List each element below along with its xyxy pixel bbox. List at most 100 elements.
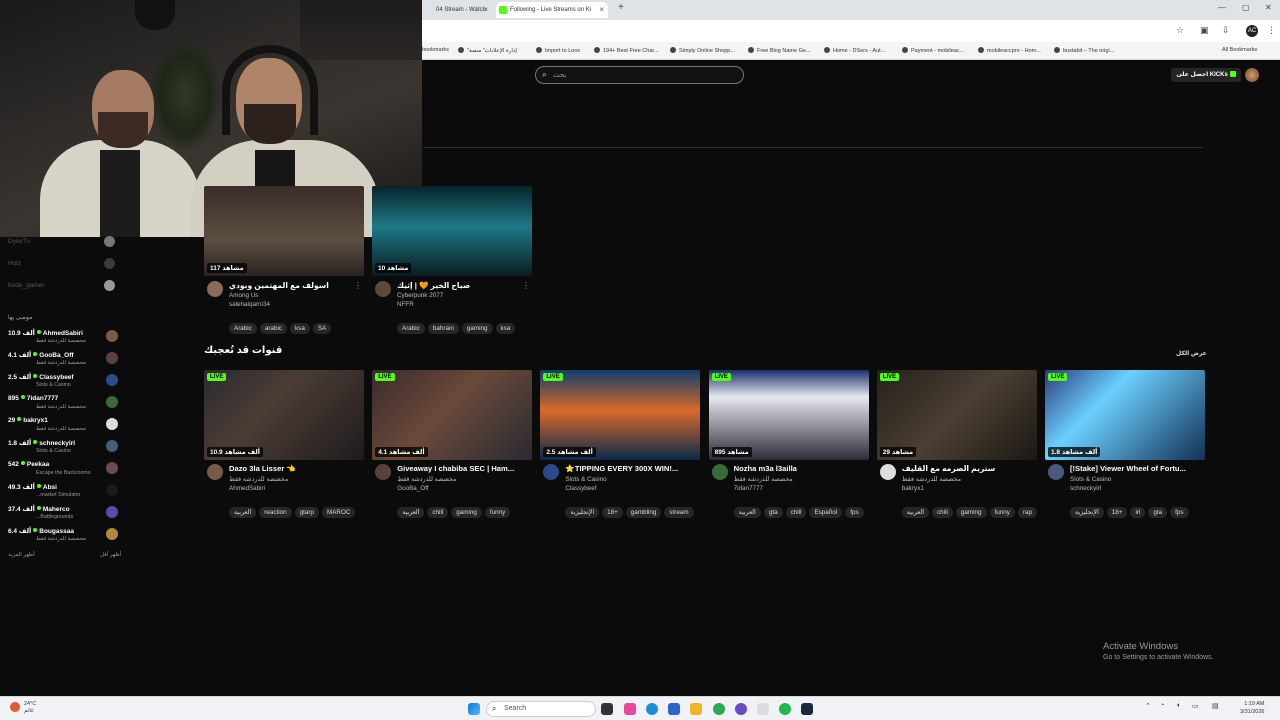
- app-icon[interactable]: [779, 703, 791, 715]
- sidebar-channel[interactable]: bode_gamer: [8, 280, 115, 291]
- tag[interactable]: fps: [1170, 507, 1189, 518]
- stream-title[interactable]: [!Stake] Viewer Wheel of Fortu...: [1070, 464, 1203, 473]
- task-view-icon[interactable]: [601, 703, 613, 715]
- downloads-icon[interactable]: ⇩: [1222, 25, 1230, 36]
- start-icon[interactable]: [468, 703, 480, 715]
- stream-category[interactable]: مخصصة للدردشة فقط: [902, 476, 1035, 483]
- show-all-link[interactable]: عرض الكل: [1176, 350, 1207, 357]
- tag[interactable]: bahrain: [427, 323, 459, 334]
- stream-category[interactable]: Among Us: [229, 292, 362, 299]
- tag[interactable]: ksa: [290, 323, 310, 334]
- tag[interactable]: rap: [1017, 507, 1038, 518]
- tag[interactable]: irl: [1130, 507, 1146, 518]
- tag[interactable]: gtarp: [294, 507, 319, 518]
- volume-icon[interactable]: ◖: [1176, 702, 1180, 709]
- sidebar-channel[interactable]: Holz: [8, 258, 115, 269]
- all-bookmarks[interactable]: All Bookmarks: [1222, 47, 1257, 53]
- stream-thumbnail[interactable]: 10 مشاهد: [372, 186, 532, 276]
- sidebar-item-bakryx1[interactable]: 29 bakryx1 مخصصة للدردشة فقط: [8, 416, 120, 436]
- tag[interactable]: Español: [809, 507, 843, 518]
- tag[interactable]: funny: [989, 507, 1015, 518]
- stream-thumbnail[interactable]: LIVE 895 مشاهد: [708, 370, 869, 460]
- star-icon[interactable]: ☆: [1176, 25, 1184, 36]
- tag[interactable]: gta: [763, 507, 783, 518]
- stream-username[interactable]: bakryx1: [902, 485, 1035, 492]
- stream-username[interactable]: salehalqarni34: [229, 301, 362, 308]
- bookmark-item[interactable]: 194+ Best Free Char...: [594, 47, 659, 54]
- stream-username[interactable]: AhmedSabiri: [229, 485, 362, 492]
- menu-icon[interactable]: ⋮: [1267, 25, 1276, 36]
- stream-category[interactable]: Slots & Casino: [565, 476, 698, 483]
- tag[interactable]: العربية: [901, 507, 930, 518]
- tag[interactable]: gaming: [461, 323, 493, 334]
- stream-category[interactable]: مخصصة للدردشة فقط: [397, 476, 530, 483]
- tag[interactable]: العربية: [229, 507, 257, 518]
- sidebar-item-absi[interactable]: 49.3 ألف Absi ...market Simulator: [8, 482, 120, 502]
- avatar[interactable]: [375, 464, 392, 480]
- app-icon[interactable]: [757, 703, 769, 715]
- tray-chevron-icon[interactable]: ⌃: [1145, 702, 1151, 710]
- app-icon[interactable]: [735, 703, 747, 715]
- stream-thumbnail[interactable]: LIVE 2.5 ألف مشاهد: [540, 370, 701, 460]
- sidebar-item-ahmedsabiri[interactable]: 10.9 ألف AhmedSabiri مخصصة للدردشة فقط: [8, 328, 120, 348]
- close-tab-icon[interactable]: ×: [483, 2, 488, 18]
- stream-category[interactable]: مخصصة للدردشة فقط: [229, 476, 362, 483]
- stream-thumbnail[interactable]: LIVE 4.1 ألف مشاهد: [372, 370, 533, 460]
- tag[interactable]: 18+: [602, 507, 623, 518]
- more-options-icon[interactable]: ⋮: [354, 281, 362, 290]
- stream-thumbnail[interactable]: 117 مشاهد: [204, 186, 364, 276]
- tab-stream-watch[interactable]: 04 Stream - Watch ×: [422, 2, 492, 18]
- tag[interactable]: fps: [845, 507, 864, 518]
- stream-category[interactable]: Slots & Casino: [1070, 476, 1203, 483]
- tab-following[interactable]: Following - Live Streams on Ki ×: [496, 2, 608, 18]
- tag[interactable]: gaming: [955, 507, 987, 518]
- chrome-icon[interactable]: [713, 703, 725, 715]
- stream-thumbnail[interactable]: LIVE 29 مشاهد: [876, 370, 1037, 460]
- stream-username[interactable]: 7idan7777: [734, 485, 867, 492]
- tag[interactable]: Arabic: [229, 323, 257, 334]
- stream-title[interactable]: ستريم الصرمه مع القليف: [902, 464, 1035, 473]
- bookmark-item[interactable]: mobileaccpro - Hom...: [978, 47, 1041, 54]
- stream-title[interactable]: ⭐TIPPING EVERY 300X WIN!...: [565, 464, 698, 473]
- minimize-icon[interactable]: —: [1218, 3, 1226, 12]
- user-avatar[interactable]: [1245, 68, 1259, 82]
- tag[interactable]: ksa: [495, 323, 516, 334]
- bookmark-item[interactable]: "إدارة الإعلانات" منصة: [458, 47, 517, 54]
- extensions-icon[interactable]: ▣: [1200, 25, 1209, 36]
- store-icon[interactable]: [668, 703, 680, 715]
- sidebar-item-classybeef[interactable]: 2.5 ألف Classybeef Slots & Casino: [8, 372, 120, 392]
- stream-thumbnail[interactable]: LIVE 10.9 ألف مشاهد: [204, 370, 364, 460]
- stream-username[interactable]: GooBa_Off: [397, 485, 530, 492]
- sidebar-item-maherco[interactable]: 37.4 ألف Maherco ...Battlegrounds: [8, 504, 120, 524]
- steam-icon[interactable]: [801, 703, 813, 715]
- taskbar-search[interactable]: ⌕ Search: [486, 701, 596, 717]
- new-tab-button[interactable]: +: [618, 2, 624, 13]
- sidebar-item-peekaa[interactable]: 542 Peekaa Escape the Backrooms: [8, 460, 120, 480]
- sidebar-channel[interactable]: DylerTv: [8, 236, 115, 247]
- bookmark-item[interactable]: Payment - mobileac...: [902, 47, 964, 54]
- show-more-link[interactable]: أظهر المزيد: [8, 552, 35, 558]
- search-input[interactable]: ⌕ بحث: [535, 66, 744, 84]
- maximize-icon[interactable]: ▢: [1242, 3, 1250, 12]
- sidebar-item-schneckyirl[interactable]: 1.8 ألف schneckyirl Slots & Casino: [8, 438, 120, 458]
- tag[interactable]: MAROC: [321, 507, 356, 518]
- sidebar-item-bougassaa[interactable]: 6.4 ألف Bougassaa مخصصة للدردشة فقط: [8, 526, 120, 546]
- tag[interactable]: gta: [1148, 507, 1168, 518]
- stream-title[interactable]: Dazo 3la Lisser 👈: [229, 464, 362, 473]
- avatar[interactable]: [207, 281, 223, 297]
- bookmark-item[interactable]: Import to Loox: [536, 47, 580, 54]
- tag[interactable]: arabic: [259, 323, 288, 334]
- keyboard-icon[interactable]: ▤: [1212, 702, 1219, 710]
- tag[interactable]: chill: [932, 507, 953, 518]
- sidebar-item-7idan7777[interactable]: 895 7idan7777 مخصصة للدردشة فقط: [8, 394, 120, 414]
- tag[interactable]: chill: [785, 507, 807, 518]
- clock[interactable]: 1:19 AM 3/31/2026: [1240, 700, 1264, 716]
- close-tab-icon[interactable]: ×: [599, 2, 604, 18]
- avatar[interactable]: [711, 464, 728, 480]
- stream-title[interactable]: اسولف مع المهتمين وبودي: [229, 281, 362, 290]
- tag[interactable]: gambling: [625, 507, 662, 518]
- tag[interactable]: gaming: [451, 507, 482, 518]
- stream-username[interactable]: Classybeef: [565, 485, 698, 492]
- avatar[interactable]: [543, 464, 560, 480]
- avatar[interactable]: [375, 281, 391, 297]
